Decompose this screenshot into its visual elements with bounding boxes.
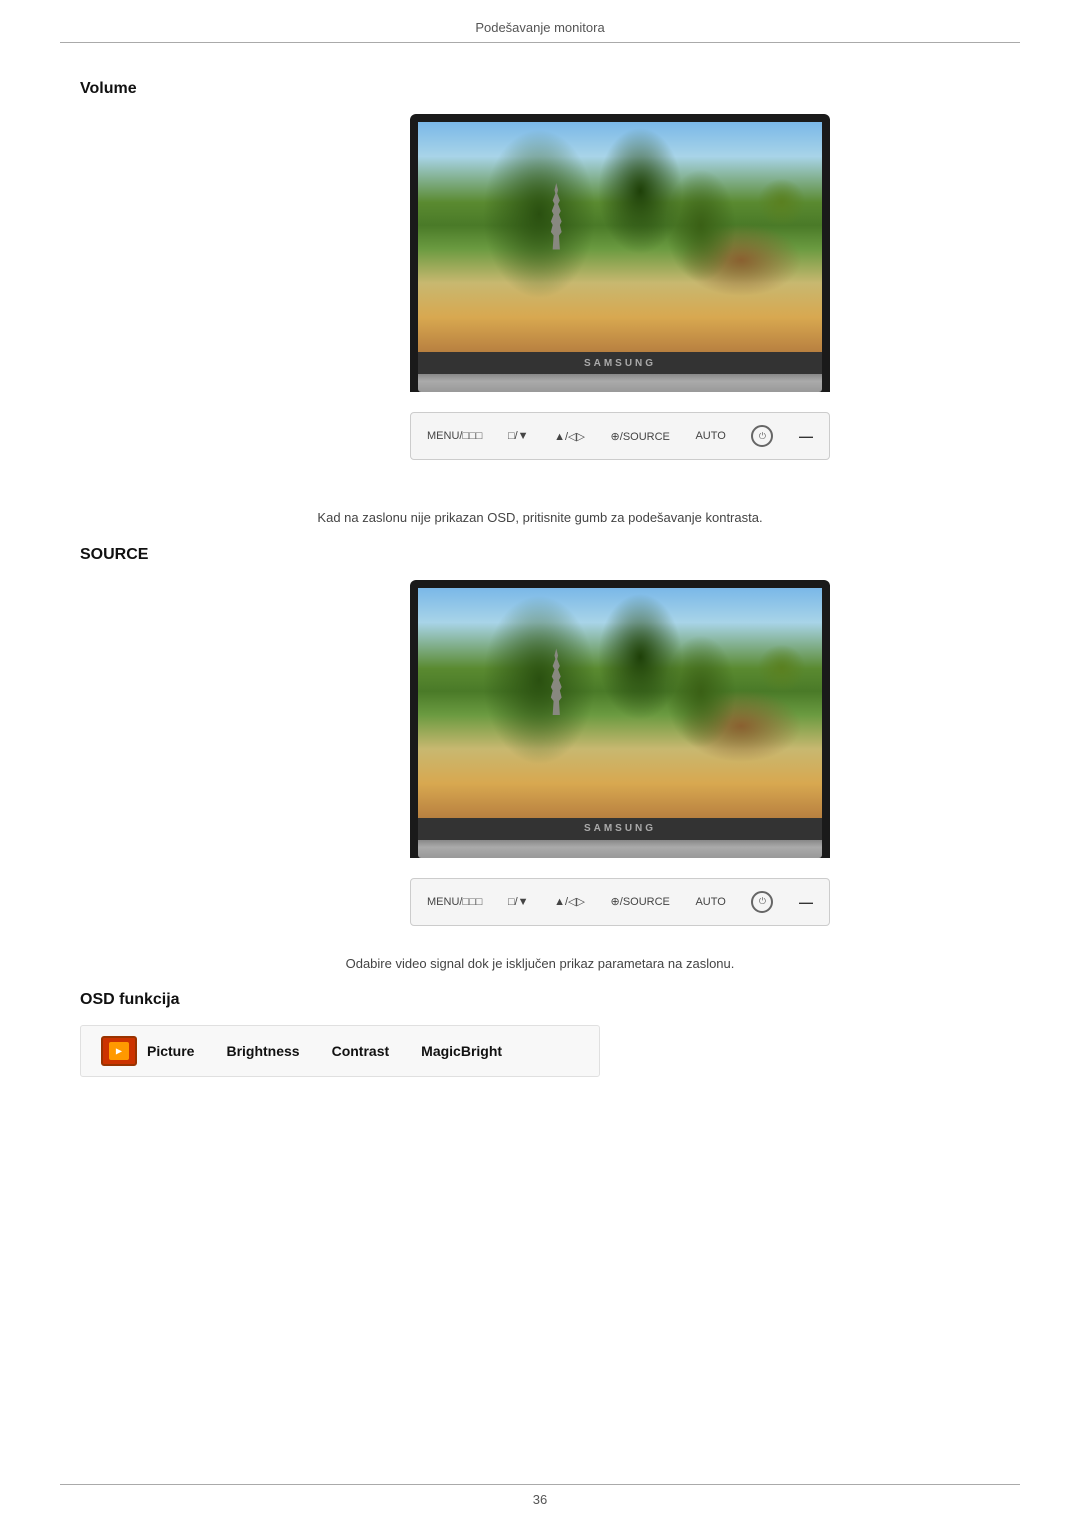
source-controls-bar: MENU/□□□ □/▼ ▲/◁▷ ⊕/SOURCE AUTO ⏻ — [410, 878, 830, 926]
volume-dash: — [799, 428, 813, 444]
source-source-btn[interactable]: ⊕/SOURCE [611, 895, 670, 908]
volume-auto-btn[interactable]: AUTO [695, 430, 725, 442]
source-stand-bar [418, 840, 822, 858]
source-power-btn[interactable]: ⏻ [751, 891, 773, 913]
osd-title: OSD funkcija [80, 991, 1000, 1009]
source-brand-text: SAMSUNG [584, 823, 656, 834]
source-boxv-btn[interactable]: □/▼ [508, 896, 529, 908]
header-title: Podešavanje monitora [475, 20, 604, 35]
volume-brand-bar: SAMSUNG [418, 352, 822, 374]
source-auto-btn[interactable]: AUTO [695, 896, 725, 908]
source-monitor-frame: SAMSUNG [410, 580, 830, 858]
source-triangle-btn[interactable]: ▲/◁▷ [554, 895, 585, 908]
osd-picture-label: Picture [147, 1043, 194, 1059]
volume-menu-btn[interactable]: MENU/□□□ [427, 430, 482, 442]
picture-icon [101, 1036, 137, 1066]
source-section: Kad na zaslonu nije prikazan OSD, pritis… [80, 508, 1000, 973]
volume-brand-text: SAMSUNG [584, 358, 656, 369]
osd-section: OSD funkcija Picture Brightness Contrast… [80, 991, 1000, 1077]
osd-brightness-label: Brightness [226, 1043, 299, 1059]
page-footer: 36 [0, 1492, 1080, 1507]
volume-power-btn[interactable]: ⏻ [751, 425, 773, 447]
osd-picture-item: Picture [101, 1036, 194, 1066]
osd-magicbright-label: MagicBright [421, 1043, 502, 1059]
volume-boxv-btn[interactable]: □/▼ [508, 430, 529, 442]
source-title: SOURCE [80, 546, 1000, 564]
volume-title: Volume [80, 80, 1000, 98]
source-brand-bar: SAMSUNG [418, 818, 822, 840]
volume-monitor-frame: SAMSUNG [410, 114, 830, 392]
source-monitor-block: SAMSUNG MENU/□□□ □/▼ ▲/◁▷ ⊕/SOURCE AUTO … [240, 580, 1000, 926]
volume-controls-bar: MENU/□□□ □/▼ ▲/◁▷ ⊕/SOURCE AUTO ⏻ — [410, 412, 830, 460]
volume-section: Volume SAMSUNG MENU/□□□ □/▼ ▲/◁▷ ⊕/SOURC… [80, 80, 1000, 460]
source-menu-btn[interactable]: MENU/□□□ [427, 896, 482, 908]
page-header: Podešavanje monitora [0, 20, 1080, 35]
source-monitor-screen [418, 588, 822, 818]
page-number: 36 [533, 1492, 547, 1507]
osd-menu-bar: Picture Brightness Contrast MagicBright [80, 1025, 600, 1077]
volume-stand-bar [418, 374, 822, 392]
volume-description: Kad na zaslonu nije prikazan OSD, pritis… [80, 508, 1000, 528]
source-description: Odabire video signal dok je isključen pr… [80, 954, 1000, 974]
volume-monitor-screen [418, 122, 822, 352]
picture-icon-inner [109, 1042, 129, 1060]
osd-contrast-label: Contrast [332, 1043, 390, 1059]
volume-source-btn[interactable]: ⊕/SOURCE [611, 430, 670, 443]
volume-monitor-block: SAMSUNG MENU/□□□ □/▼ ▲/◁▷ ⊕/SOURCE AUTO … [240, 114, 1000, 460]
source-dash: — [799, 894, 813, 910]
volume-triangle-btn[interactable]: ▲/◁▷ [554, 430, 585, 443]
bottom-rule [60, 1484, 1020, 1485]
top-rule [60, 42, 1020, 43]
